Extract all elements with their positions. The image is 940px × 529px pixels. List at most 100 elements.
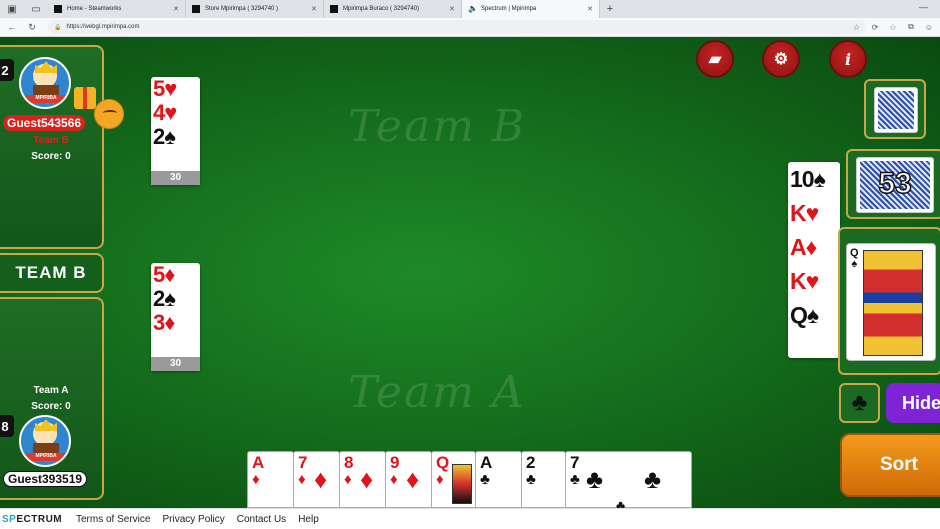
card-suit: ♦	[252, 471, 260, 488]
meld-opponent-right[interactable]: 10 ♠ K ♥ A ♦ K ♥ Q ♠	[788, 162, 840, 358]
meld-points: 30	[151, 357, 200, 371]
meld-card: 10 ♠	[788, 162, 840, 196]
tab-title: Mpirimpa Buraco ( 3294740)	[343, 6, 420, 12]
close-tab-icon[interactable]: ✕	[449, 5, 455, 13]
opponent-panel: 2 MPIRIBA Guest543566 Team B Score: 0	[0, 45, 124, 249]
refresh-icon[interactable]: ↻	[24, 22, 40, 33]
player-panel: Team A Score: 0 8 MPIRIBA Guest393519	[0, 297, 104, 500]
card-suit: ♦	[298, 471, 306, 488]
hand-card[interactable]: 9 ♦ ♦	[385, 451, 432, 508]
card-rank: 4	[153, 100, 165, 125]
meld-card: 2 ♠	[151, 287, 200, 311]
card-rank: Q	[436, 453, 450, 472]
terms-link[interactable]: Terms of Service	[76, 514, 150, 525]
card-rank: 5	[153, 76, 165, 101]
card-rank: 7	[298, 453, 308, 472]
hand-card[interactable]: A ♦	[247, 451, 294, 508]
settings-button[interactable]: ⚙	[762, 40, 800, 78]
hand-card[interactable]: Q ♦	[431, 451, 476, 508]
privacy-link[interactable]: Privacy Policy	[162, 514, 224, 525]
close-tab-icon[interactable]: ✕	[173, 5, 179, 13]
card-back	[874, 87, 918, 133]
card-rank: 8	[344, 453, 354, 472]
card-rank: 5	[153, 262, 165, 287]
stock-pile[interactable]: 53	[846, 149, 940, 219]
card-rank: 9	[390, 453, 400, 472]
card-pip: ♣	[644, 464, 662, 494]
info-button[interactable]: i	[829, 40, 867, 78]
card-rank: K	[790, 200, 807, 226]
extensions-icon[interactable]: ⟳	[866, 23, 884, 32]
card-suit: ♦	[344, 471, 352, 488]
discard-pile[interactable]: Q ♠	[846, 243, 936, 361]
card-suit: ♥	[805, 200, 820, 226]
workspaces-icon[interactable]: ▣	[0, 0, 24, 18]
hand-card[interactable]: 7 ♦ ♦	[293, 451, 340, 508]
opponent-avatar[interactable]: MPIRIBA	[19, 57, 71, 109]
card-rank: A	[790, 234, 807, 260]
emoji-icon[interactable]	[94, 99, 124, 129]
close-tab-icon[interactable]: ✕	[587, 5, 593, 13]
hand-card[interactable]: A ♣	[475, 451, 522, 508]
card-suit: ♠	[806, 302, 819, 328]
sort-button[interactable]: Sort	[840, 433, 940, 497]
profile-icon[interactable]: ☺	[920, 23, 938, 32]
seat-number: 2	[0, 59, 14, 81]
divider-strip	[106, 254, 786, 262]
logo-part: SP	[2, 513, 17, 525]
page-footer: SPECTRUM Terms of Service Privacy Policy…	[0, 508, 940, 529]
stock-count: 53	[878, 166, 913, 201]
tab-steamworks[interactable]: Home - Steamworks ✕	[48, 0, 186, 18]
mpirimpa-favicon-icon	[330, 5, 338, 13]
mpirimpa-favicon-icon	[192, 5, 200, 13]
tab-store[interactable]: Store Mpirimpa ( 3294740 ) ✕	[186, 0, 324, 18]
tab-buraco[interactable]: Mpirimpa Buraco ( 3294740) ✕	[324, 0, 462, 18]
card-pip: ♦	[360, 464, 374, 494]
minimize-icon[interactable]: —	[919, 2, 928, 12]
url-text: https://webgl.mpirimpa.com	[66, 24, 140, 30]
hand-card[interactable]: 7 ♣ ♣ ♣ ♣	[565, 451, 692, 508]
new-tab-button[interactable]: +	[600, 0, 620, 18]
help-link[interactable]: Help	[298, 514, 319, 525]
meld-team-a[interactable]: 5 ♦ 2 ♠ 3 ♦ 30	[151, 263, 200, 371]
tab-spectrum[interactable]: 🔈 Spectrum | Mpirimpa ✕	[462, 0, 600, 18]
card-pip: ♦	[314, 464, 328, 494]
team-b-watermark: Team B	[348, 101, 527, 152]
spectrum-logo[interactable]: SPECTRUM	[2, 514, 64, 525]
collections-icon[interactable]: ⧉	[902, 22, 920, 32]
hide-button[interactable]: Hide	[886, 383, 940, 423]
contact-link[interactable]: Contact Us	[237, 514, 286, 525]
gift-icon[interactable]	[74, 87, 96, 109]
close-tab-icon[interactable]: ✕	[311, 5, 317, 13]
card-rank: 10	[790, 166, 815, 192]
speaker-icon[interactable]: 🔈	[468, 5, 478, 13]
url-field[interactable]: 🔒 https://webgl.mpirimpa.com ☆	[48, 20, 866, 34]
meld-card: 4 ♥	[151, 101, 200, 125]
hand-card[interactable]: 8 ♦ ♦	[339, 451, 386, 508]
chat-button[interactable]: ▰	[696, 40, 734, 78]
favorite-star-icon[interactable]: ☆	[853, 23, 860, 32]
card-rank: A	[480, 453, 493, 472]
meld-points: 30	[151, 171, 200, 185]
tab-actions-icon[interactable]: ▭	[24, 0, 48, 18]
pot-pile[interactable]	[864, 79, 926, 139]
card-suit: ♦	[164, 262, 175, 287]
card-suit: ♠	[813, 166, 826, 192]
hand-card[interactable]: 2 ♣	[521, 451, 566, 508]
tab-title: Home - Steamworks	[67, 6, 122, 12]
card-pip: ♦	[406, 464, 420, 494]
card-suit: ♣	[480, 471, 490, 488]
card-suit: ♦	[436, 471, 444, 488]
back-icon[interactable]: ←	[4, 22, 20, 32]
lock-icon[interactable]: 🔒	[54, 24, 61, 31]
steam-favicon-icon	[54, 5, 62, 13]
meld-card: 5 ♦	[151, 263, 200, 287]
suit-toggle-button[interactable]: ♣	[839, 383, 880, 423]
favorites-icon[interactable]: ☆	[884, 23, 902, 32]
info-icon: i	[844, 49, 852, 69]
player-avatar[interactable]: MPIRIBA	[19, 415, 71, 467]
meld-team-b[interactable]: 5 ♥ 4 ♥ 2 ♠ 30	[151, 77, 200, 185]
card-suit: ♠	[164, 286, 176, 311]
player-team: Team A	[33, 385, 69, 396]
card-suit: ♣	[570, 471, 580, 488]
